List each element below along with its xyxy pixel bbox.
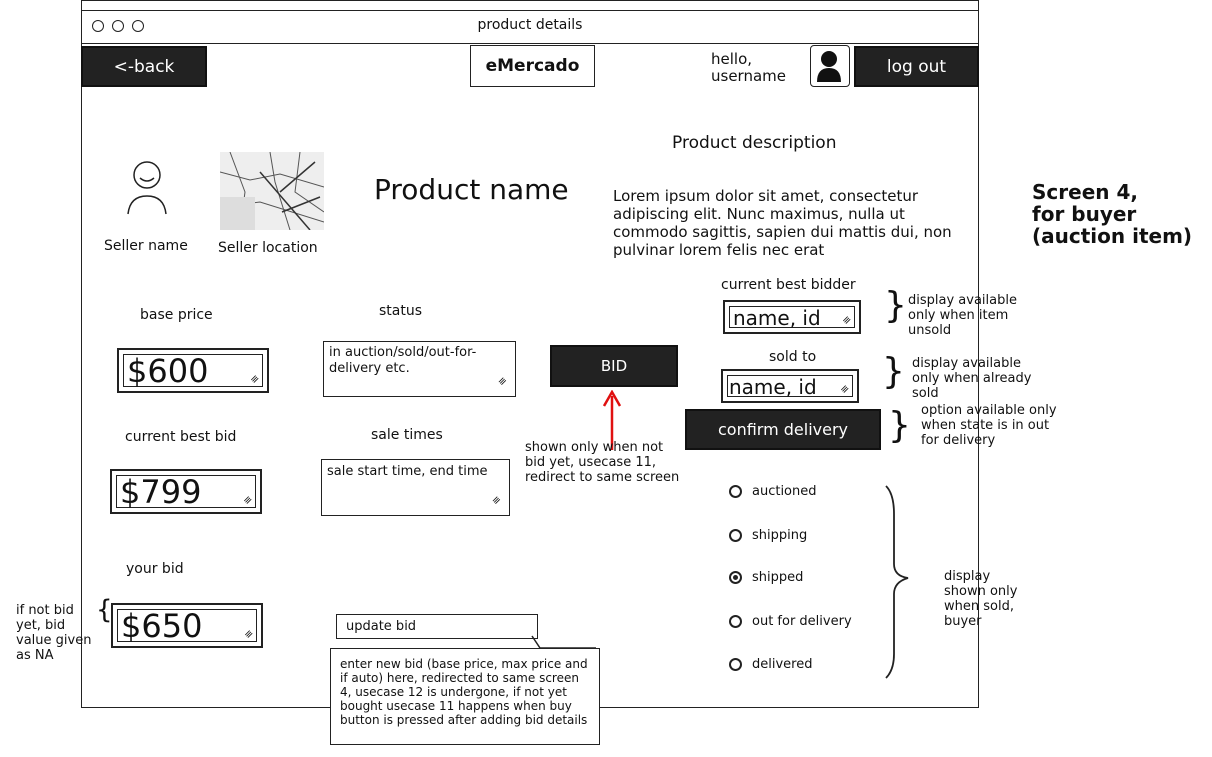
radio-label: auctioned [752,484,817,499]
your-bid-label: your bid [126,561,184,577]
sold-to-label: sold to [769,349,817,365]
logo: eMercado [470,45,595,87]
brace-icon: } [888,405,911,446]
screen-label: Screen 4, for buyer (auction item) [1032,180,1193,248]
radio-label: delivered [752,657,813,672]
update-bid-button[interactable]: update bid [336,614,538,639]
current-best-bid-label: current best bid [125,429,237,445]
delivery-note: display shown only when sold, buyer [944,569,1018,629]
confirm-delivery-note: option available only when state is in o… [921,403,1057,448]
update-bid-note: enter new bid (base price, max price and… [330,648,600,745]
your-bid-field[interactable]: $650 ≡ [111,603,263,648]
resize-handle-icon: ≡ [495,374,510,389]
logout-button[interactable]: log out [854,46,979,87]
best-bidder-note: display available only when item unsold [908,293,1017,338]
sold-to-note: display available only when already sold [912,356,1032,401]
product-name: Product name [374,173,569,206]
back-button[interactable]: <-back [81,46,207,87]
user-icon [817,51,841,82]
sold-to-field[interactable]: name, id ≡ [721,369,859,403]
your-bid-value: $650 [121,607,203,645]
base-price-value: $600 [127,352,209,390]
best-bidder-value: name, id [733,306,821,330]
resize-handle-icon: ≡ [489,493,504,508]
seller-location-label: Seller location [218,240,318,256]
status-field[interactable]: in auction/sold/out-for-delivery etc. ≡ [323,341,516,397]
seller-avatar-icon [127,161,167,215]
radio-label: shipping [752,528,808,543]
base-price-field[interactable]: $600 ≡ [117,348,269,393]
your-bid-note: if not bid yet, bid value given as NA [16,603,92,663]
bid-button[interactable]: BID [550,345,678,387]
large-brace-icon [885,485,909,679]
radio-label: shipped [752,570,804,585]
sale-times-value: sale start time, end time [327,464,488,479]
logo-text: eMercado [485,56,580,76]
window-title: product details [477,17,583,33]
map-icon[interactable] [220,152,324,230]
sale-times-field[interactable]: sale start time, end time ≡ [321,459,510,516]
radio-circle[interactable] [729,658,742,671]
radio-circle[interactable] [729,529,742,542]
best-bidder-label: current best bidder [721,277,856,293]
best-bidder-field[interactable]: name, id ≡ [723,300,861,334]
product-description-title: Product description [672,133,837,153]
title-bar: product details [81,10,979,44]
status-value: in auction/sold/out-for-delivery etc. [329,345,477,376]
current-best-bid-field[interactable]: $799 ≡ [110,469,262,514]
product-description: Lorem ipsum dolor sit amet, consectetur … [613,187,952,259]
sold-to-value: name, id [729,375,817,399]
status-label: status [379,303,423,319]
greeting-username: username [711,67,786,85]
greeting-hello: hello, [711,50,753,68]
current-best-bid-value: $799 [120,473,202,511]
confirm-delivery-button[interactable]: confirm delivery [685,409,881,450]
update-bid-label: update bid [346,619,417,634]
radio-circle-selected[interactable] [729,571,742,584]
greeting: hello, username [711,51,786,85]
avatar[interactable] [810,45,850,87]
radio-label: out for delivery [752,614,852,629]
brace-icon: } [882,351,905,392]
sale-times-label: sale times [371,427,443,443]
radio-circle[interactable] [729,615,742,628]
radio-circle[interactable] [729,485,742,498]
bid-note: shown only when not bid yet, usecase 11,… [525,440,680,485]
seller-name-label: Seller name [104,238,188,254]
brace-icon: } [884,285,907,326]
base-price-label: base price [140,307,213,323]
